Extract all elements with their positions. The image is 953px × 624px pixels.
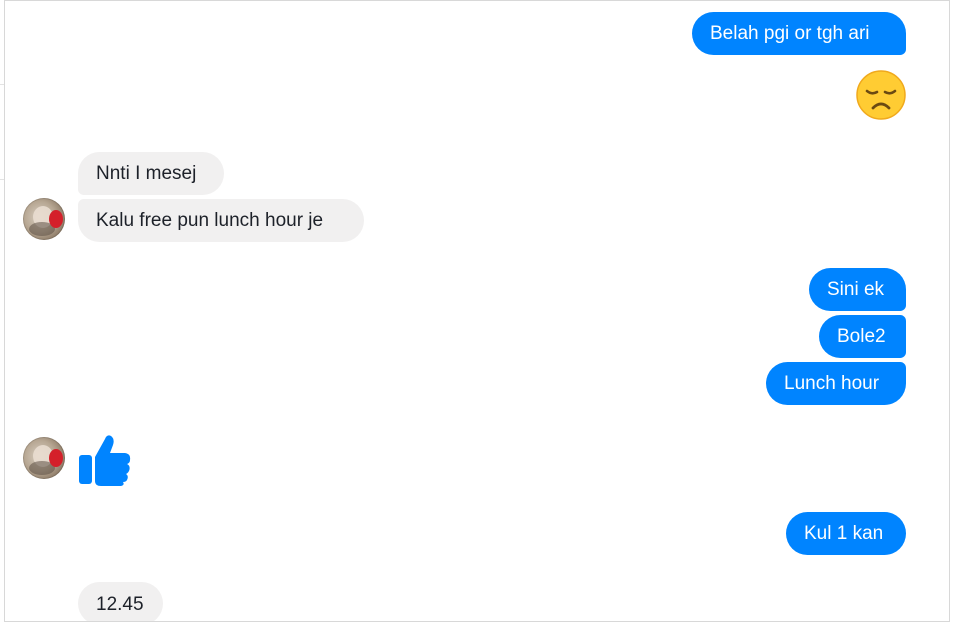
incoming-message-bubble[interactable]: Nnti I mesej (78, 152, 224, 195)
outgoing-message-bubble[interactable]: Bole2 (819, 315, 906, 358)
disappointed-face-icon[interactable] (855, 69, 907, 121)
incoming-message-bubble[interactable]: Kalu free pun lunch hour je (78, 199, 364, 242)
avatar-photo-detail (49, 449, 63, 467)
chat-thread[interactable]: Belah pgi or tgh ari Nnti I mesej Kalu f… (4, 0, 950, 622)
incoming-message-bubble[interactable]: 12.45 (78, 582, 163, 621)
contact-avatar[interactable] (23, 437, 65, 479)
contact-avatar[interactable] (23, 198, 65, 240)
outgoing-message-bubble[interactable]: Kul 1 kan (786, 512, 906, 555)
outgoing-message-bubble[interactable]: Sini ek (809, 268, 906, 311)
avatar-photo-detail (49, 210, 63, 228)
outgoing-message-bubble[interactable]: Lunch hour (766, 362, 906, 405)
thumbs-up-icon[interactable] (77, 431, 133, 487)
outgoing-message-bubble[interactable]: Belah pgi or tgh ari (692, 12, 906, 55)
